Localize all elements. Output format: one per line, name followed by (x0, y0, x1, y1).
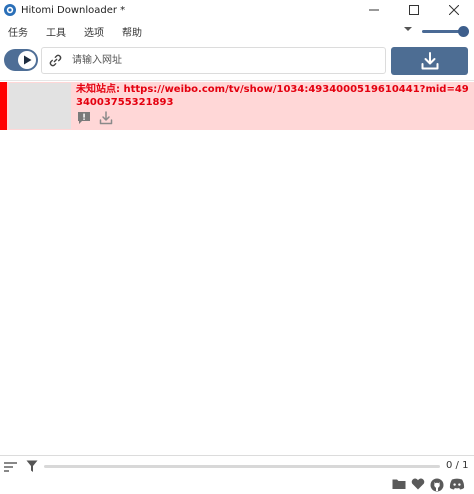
status-bar: 0 / 1 (0, 455, 474, 494)
window-title: Hitomi Downloader * (21, 4, 126, 16)
error-icon[interactable] (77, 111, 91, 125)
sort-icon[interactable] (4, 461, 18, 473)
maximize-icon (409, 5, 419, 15)
progress-bar (44, 465, 440, 468)
url-field[interactable] (41, 47, 386, 74)
clipboard-toggle[interactable] (4, 49, 38, 71)
menu-tasks[interactable]: 任务 (0, 24, 37, 39)
discord-icon[interactable] (449, 478, 465, 490)
play-icon (24, 55, 32, 65)
download-icon (421, 52, 438, 70)
title-bar: Hitomi Downloader * (0, 0, 474, 20)
menu-help[interactable]: 帮助 (113, 24, 151, 39)
app-logo-icon (4, 4, 16, 16)
maximize-button[interactable] (394, 0, 434, 20)
task-count: 0 / 1 (446, 460, 469, 471)
menu-tools[interactable]: 工具 (37, 24, 75, 39)
minimize-icon (369, 9, 379, 11)
toggle-knob (18, 51, 36, 69)
download-button[interactable] (391, 47, 468, 75)
close-button[interactable] (434, 0, 474, 20)
heart-icon[interactable] (411, 478, 425, 490)
chevron-down-icon[interactable] (404, 27, 412, 31)
error-status-bar (0, 82, 7, 130)
footer-links (392, 478, 465, 492)
task-row[interactable]: 未知站点: https://weibo.com/tv/show/1034:493… (0, 82, 474, 130)
task-thumbnail (9, 83, 71, 129)
task-title: 未知站点: https://weibo.com/tv/show/1034:493… (76, 84, 469, 108)
minimize-button[interactable] (354, 0, 394, 20)
filter-icon[interactable] (26, 460, 38, 473)
task-actions (77, 111, 113, 125)
folder-icon[interactable] (392, 478, 406, 490)
url-input[interactable] (72, 51, 382, 70)
close-icon (449, 5, 459, 15)
menu-bar: 任务 工具 选项 帮助 (0, 22, 474, 40)
size-slider-thumb[interactable] (458, 26, 469, 37)
link-icon (49, 54, 62, 67)
github-icon[interactable] (430, 478, 444, 492)
window-controls (354, 0, 474, 20)
task-list: 未知站点: https://weibo.com/tv/show/1034:493… (0, 80, 474, 455)
download-icon[interactable] (99, 111, 113, 125)
menu-options[interactable]: 选项 (75, 24, 113, 39)
